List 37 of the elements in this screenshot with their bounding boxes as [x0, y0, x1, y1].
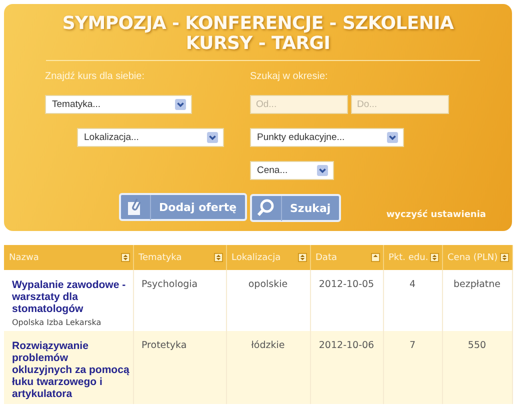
chevron-down-icon	[387, 132, 398, 143]
banner-title: SYMPOZJA - KONFERENCJE - SZKOLENIA	[62, 14, 454, 34]
sort-icon[interactable]	[430, 253, 438, 262]
section-label: Szukaj w okresie:	[250, 71, 328, 84]
chevron-down-icon	[207, 132, 218, 143]
add-offer-button[interactable]: Dodaj ofertę	[119, 193, 247, 221]
table-cell: 2012-10-06	[310, 331, 383, 404]
chevron-down-icon	[175, 99, 186, 110]
chevron-down-icon	[317, 165, 328, 176]
column-header[interactable]: Lokalizacja	[226, 245, 310, 270]
column-header[interactable]: Pkt. edu.	[383, 245, 442, 270]
sort-ascending-icon[interactable]	[370, 253, 380, 262]
table-cell: 550	[442, 331, 512, 404]
table-cell: łódzkie	[226, 331, 310, 404]
date-from-field[interactable]: Od...	[250, 95, 348, 114]
sort-icon[interactable]	[500, 253, 508, 262]
search-icon	[256, 198, 276, 218]
location-dropdown[interactable]: Lokalizacja...	[77, 128, 224, 147]
column-header[interactable]: Data	[310, 245, 383, 270]
table-cell: Protetyka	[133, 331, 226, 404]
points-dropdown[interactable]: Punkty edukacyjne...	[250, 128, 404, 147]
reset-settings-link[interactable]: wyczyść ustawienia	[386, 210, 486, 220]
sort-icon[interactable]	[214, 253, 222, 262]
sort-icon[interactable]	[298, 253, 306, 262]
topic-dropdown[interactable]: Tematyka...	[45, 95, 192, 114]
column-header[interactable]: Cena (PLN)	[442, 245, 512, 270]
column-header[interactable]: Tematyka	[133, 245, 226, 270]
banner-title: KURSY - TARGI	[186, 34, 330, 54]
table-cell: 7	[383, 331, 442, 404]
search-button[interactable]: Szukaj	[250, 194, 341, 222]
organizer-text: Opolska Izba Lekarska	[12, 318, 102, 327]
section-label: Znajdź kurs dla siebie:	[45, 71, 144, 84]
date-to-field[interactable]: Do...	[351, 95, 449, 114]
column-header[interactable]: Nazwa	[4, 245, 133, 270]
price-dropdown[interactable]: Cena...	[250, 161, 334, 180]
sort-icon[interactable]	[120, 253, 130, 262]
course-title-link[interactable]: Wypalanie zawodowe - warsztaty dla stomatologów	[12, 279, 130, 315]
